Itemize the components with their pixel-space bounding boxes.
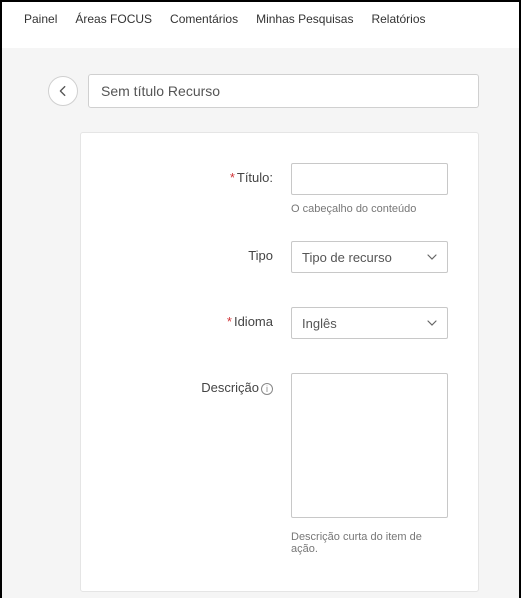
required-marker: * (230, 170, 235, 185)
chevron-down-icon (427, 252, 437, 262)
label-descricao: Descriçãoi (111, 373, 291, 523)
row-descricao: Descriçãoi (111, 373, 448, 523)
required-marker: * (227, 314, 232, 329)
tipo-select[interactable]: Tipo de recurso (291, 241, 448, 273)
nav-areas-focus[interactable]: Áreas FOCUS (75, 12, 152, 26)
nav-painel[interactable]: Painel (24, 12, 57, 26)
back-button[interactable] (48, 76, 78, 106)
nav-relatorios[interactable]: Relatórios (371, 12, 425, 26)
label-idioma: *Idioma (111, 307, 291, 339)
resource-title-input[interactable] (88, 74, 479, 108)
nav-minhas-pesquisas[interactable]: Minhas Pesquisas (256, 12, 353, 26)
hint-descricao: Descrição curta do item de ação. (291, 531, 448, 555)
titulo-input[interactable] (291, 163, 448, 195)
label-tipo: Tipo (111, 241, 291, 273)
nav-comentarios[interactable]: Comentários (170, 12, 238, 26)
idioma-selected-value: Inglês (302, 316, 337, 331)
title-row (2, 74, 519, 108)
top-nav: Painel Áreas FOCUS Comentários Minhas Pe… (2, 2, 519, 48)
descricao-textarea[interactable] (291, 373, 448, 518)
info-icon[interactable]: i (261, 383, 273, 395)
row-titulo: *Título: (111, 163, 448, 195)
tipo-selected-value: Tipo de recurso (302, 250, 392, 265)
label-titulo: *Título: (111, 163, 291, 195)
arrow-left-icon (56, 84, 70, 98)
workspace: *Título: O cabeçalho do conteúdo Tipo Ti… (2, 48, 519, 598)
hint-titulo: O cabeçalho do conteúdo (291, 203, 448, 215)
chevron-down-icon (427, 318, 437, 328)
row-idioma: *Idioma Inglês (111, 307, 448, 339)
idioma-select[interactable]: Inglês (291, 307, 448, 339)
form-card: *Título: O cabeçalho do conteúdo Tipo Ti… (80, 132, 479, 592)
row-tipo: Tipo Tipo de recurso (111, 241, 448, 273)
